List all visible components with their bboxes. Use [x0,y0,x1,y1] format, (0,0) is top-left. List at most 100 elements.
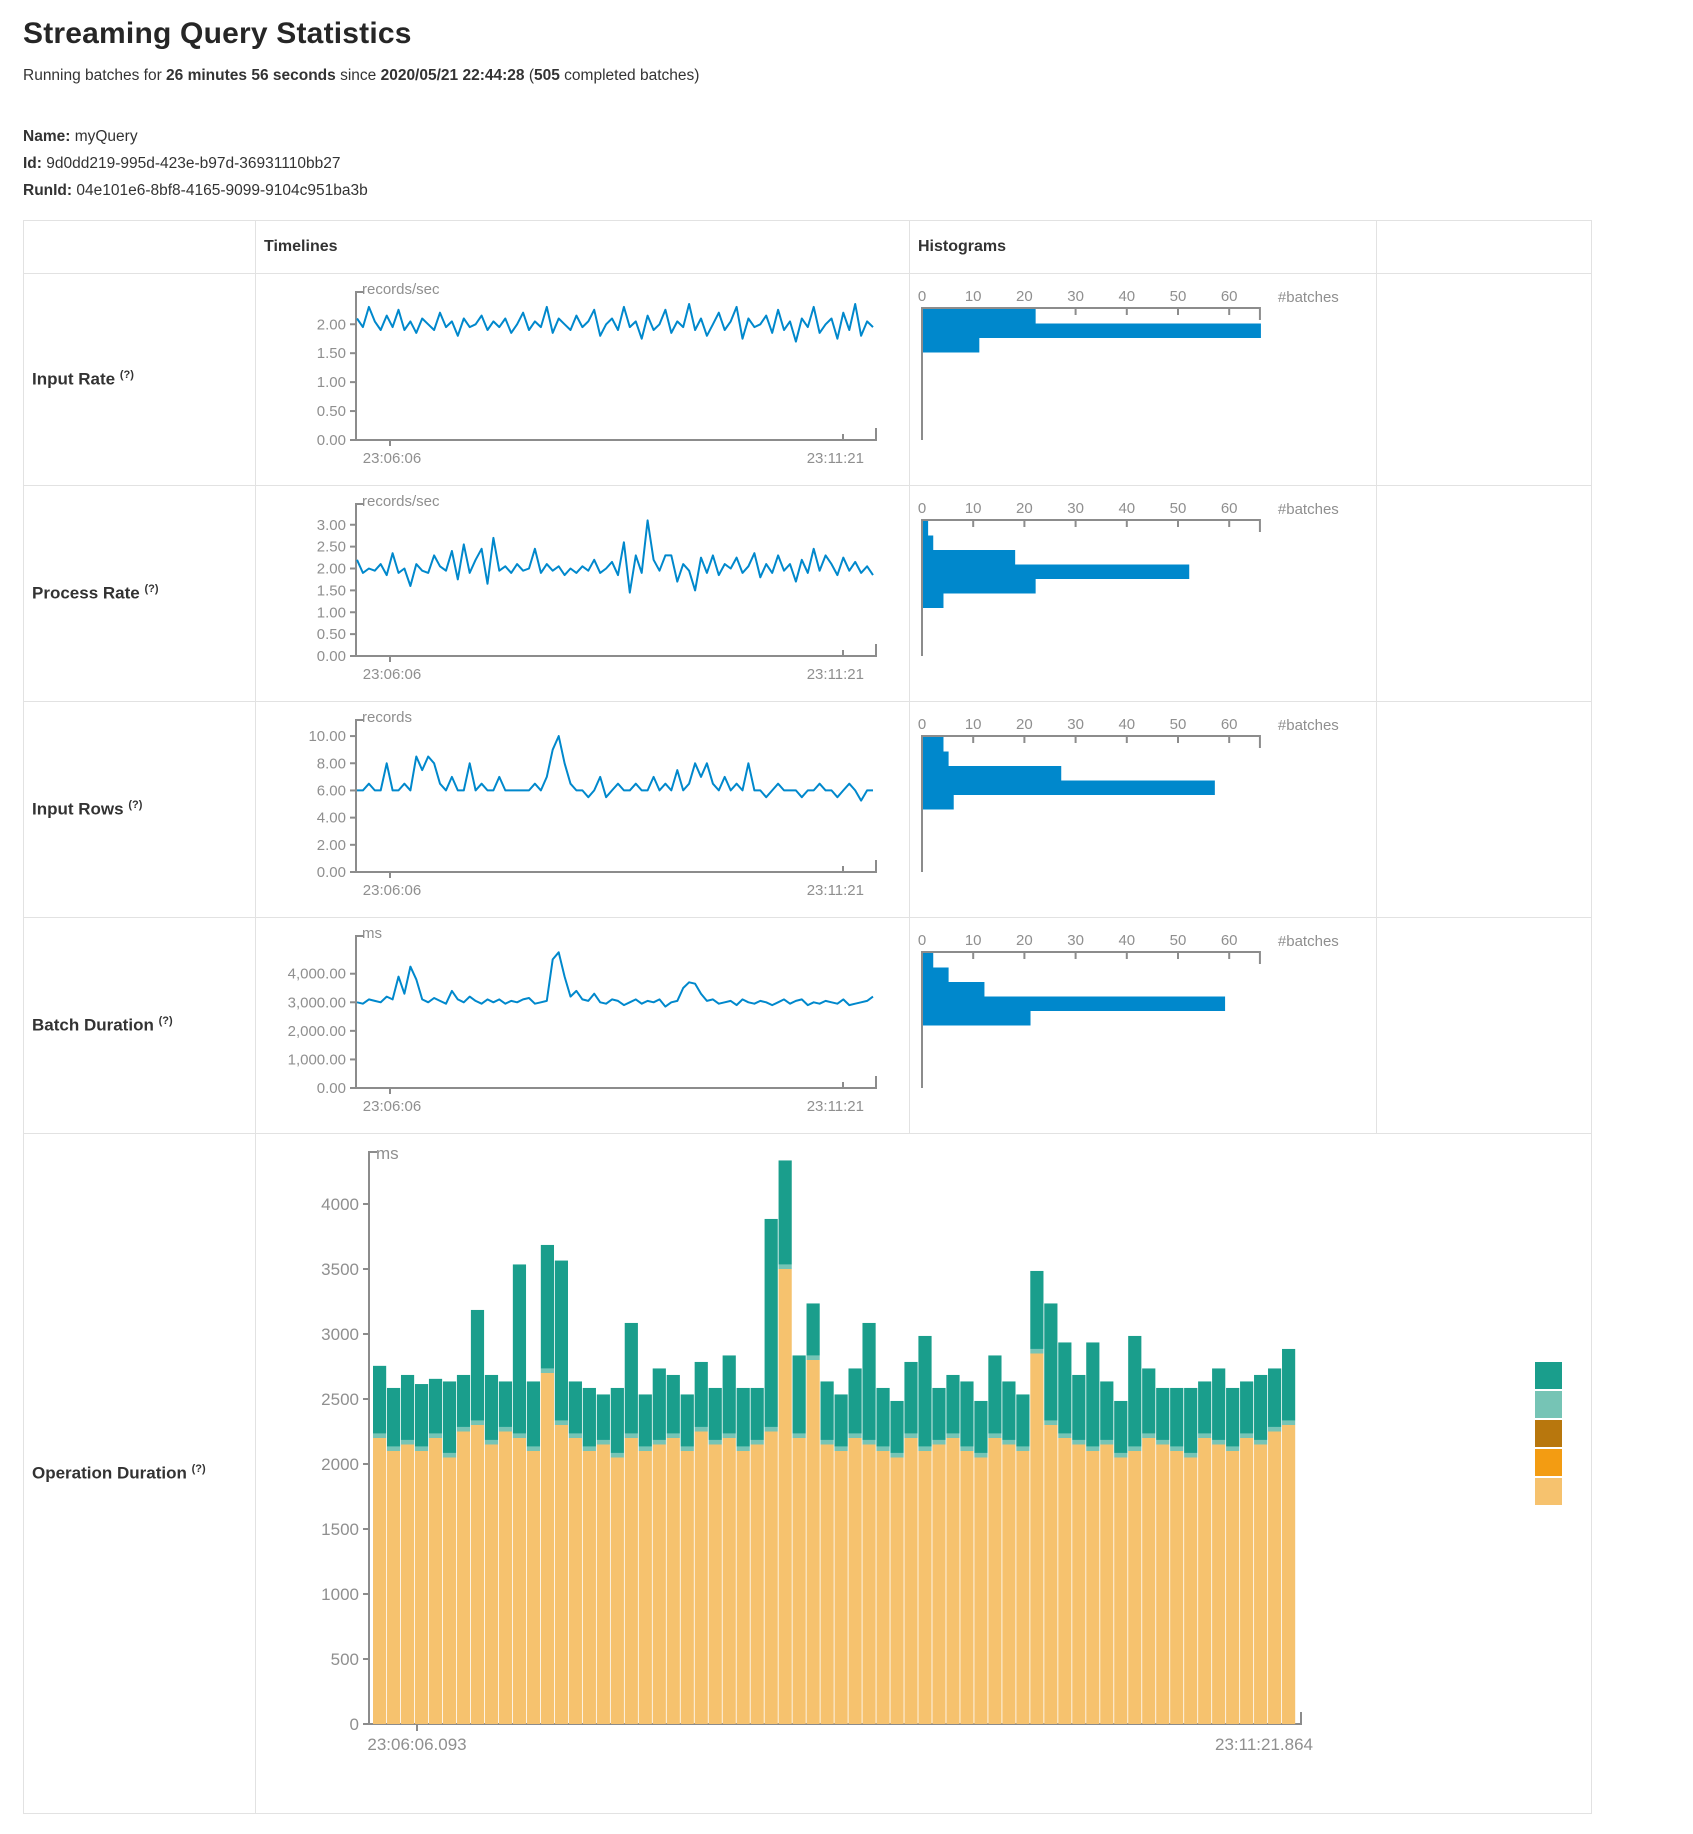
svg-text:2.50: 2.50 [317,539,346,556]
batch-duration-timeline-chart: ms4,000.003,000.002,000.001,000.000.0023… [256,918,909,1133]
svg-text:23:06:06: 23:06:06 [363,1098,421,1115]
svg-text:2.00: 2.00 [317,837,346,854]
operation-duration-stacked-chart: ms4000350030002500200015001000500023:06:… [256,1134,1589,1813]
svg-text:#batches: #batches [1278,501,1339,518]
svg-text:4.00: 4.00 [317,810,346,827]
svg-text:60: 60 [1221,288,1238,305]
svg-text:23:11:21: 23:11:21 [807,882,864,899]
metric-label-input-rate: Input Rate [32,370,115,389]
svg-text:23:11:21: 23:11:21 [807,666,864,683]
batch-duration-histogram-chart: 0 10 20 30 40 50 60 #batches [910,918,1375,1133]
svg-text:4000: 4000 [321,1195,359,1214]
svg-text:60: 60 [1221,500,1238,517]
svg-text:50: 50 [1170,288,1187,305]
query-meta: Name: myQuery Id: 9d0dd219-995d-423e-b97… [23,123,1673,204]
svg-text:6.00: 6.00 [317,782,346,799]
svg-text:23:11:21: 23:11:21 [807,1098,864,1115]
table-row-process-rate: Process Rate (?) records/sec3.002.502.00… [24,486,1592,702]
svg-text:records/sec: records/sec [362,281,440,298]
input-rate-timeline-chart: records/sec2.001.501.000.500.0023:06:062… [256,274,909,485]
svg-text:10: 10 [965,500,982,517]
svg-text:2.00: 2.00 [317,316,346,333]
svg-text:40: 40 [1118,932,1135,949]
metric-label-process-rate: Process Rate [32,584,140,603]
svg-text:40: 40 [1118,500,1135,517]
svg-text:4,000.00: 4,000.00 [288,966,346,983]
svg-text:0.00: 0.00 [317,864,346,881]
svg-text:0: 0 [918,932,926,949]
svg-text:3500: 3500 [321,1260,359,1279]
svg-text:30: 30 [1067,932,1084,949]
page-title: Streaming Query Statistics [23,17,1673,51]
svg-text:0.50: 0.50 [317,626,346,643]
svg-text:1500: 1500 [321,1520,359,1539]
legend-swatch [1535,1362,1562,1389]
legend-swatch [1535,1449,1562,1476]
svg-text:20: 20 [1016,932,1033,949]
svg-text:#batches: #batches [1278,717,1339,734]
svg-text:10: 10 [965,288,982,305]
svg-text:ms: ms [362,925,382,942]
svg-text:1.50: 1.50 [317,345,346,362]
svg-text:1.00: 1.00 [317,604,346,621]
svg-text:0.00: 0.00 [317,648,346,665]
svg-text:0.00: 0.00 [317,1080,346,1097]
header-row: Timelines Histograms [24,221,1592,274]
svg-text:3000: 3000 [321,1325,359,1344]
svg-text:60: 60 [1221,716,1238,733]
svg-text:23:06:06: 23:06:06 [363,450,421,467]
svg-text:0.00: 0.00 [317,432,346,449]
start-timestamp: 2020/05/21 22:44:28 [381,67,525,84]
help-icon[interactable]: (?) [128,799,142,811]
svg-text:3.00: 3.00 [317,517,346,534]
input-rows-histogram-chart: 0102030405060#batches [910,702,1375,917]
query-id: 9d0dd219-995d-423e-b97d-36931110bb27 [42,155,341,172]
metric-label-operation-duration: Operation Duration [32,1464,187,1483]
svg-text:50: 50 [1170,716,1187,733]
svg-text:10: 10 [965,932,982,949]
svg-text:23:06:06: 23:06:06 [363,882,421,899]
svg-text:3,000.00: 3,000.00 [288,994,346,1011]
svg-text:23:06:06: 23:06:06 [363,666,421,683]
query-runid: 04e101e6-8bf8-4165-9099-9104c951ba3b [72,182,368,199]
svg-text:2000: 2000 [321,1455,359,1474]
svg-text:23:11:21.864: 23:11:21.864 [1215,1735,1313,1754]
process-rate-timeline-chart: records/sec3.002.502.001.501.000.500.002… [256,486,909,701]
svg-text:records/sec: records/sec [362,493,440,510]
svg-text:50: 50 [1170,932,1187,949]
legend-swatch [1535,1478,1562,1505]
svg-text:#batches: #batches [1278,289,1339,306]
col-header-timelines: Timelines [256,221,910,274]
col-header-histograms: Histograms [910,221,1377,274]
svg-text:23:11:21: 23:11:21 [807,450,864,467]
input-rows-timeline-chart: records10.008.006.004.002.000.0023:06:06… [256,702,909,917]
table-row-input-rows: Input Rows (?) records10.008.006.004.002… [24,702,1592,918]
svg-text:40: 40 [1118,288,1135,305]
query-id-line: Id: 9d0dd219-995d-423e-b97d-36931110bb27 [23,150,1673,177]
svg-text:50: 50 [1170,500,1187,517]
help-icon[interactable]: (?) [144,583,158,595]
svg-text:2500: 2500 [321,1390,359,1409]
query-runid-line: RunId: 04e101e6-8bf8-4165-9099-9104c951b… [23,177,1673,204]
svg-text:60: 60 [1221,932,1238,949]
stats-table: Timelines Histograms Input Rate (?) reco… [23,220,1592,1814]
help-icon[interactable]: (?) [192,1463,206,1475]
completed-batches-count: 505 [534,67,560,84]
svg-text:20: 20 [1016,288,1033,305]
help-icon[interactable]: (?) [120,369,134,381]
svg-text:2,000.00: 2,000.00 [288,1023,346,1040]
svg-text:40: 40 [1118,716,1135,733]
row-spacer [1377,918,1592,1134]
svg-text:0: 0 [918,500,926,517]
metric-label-batch-duration: Batch Duration [32,1016,154,1035]
svg-text:10: 10 [965,716,982,733]
running-summary: Running batches for 26 minutes 56 second… [23,67,1673,85]
table-row-operation-duration: Operation Duration (?) ms400035003000250… [24,1134,1592,1814]
svg-text:#batches: #batches [1278,933,1339,950]
svg-text:20: 20 [1016,716,1033,733]
svg-text:0.50: 0.50 [317,403,346,420]
input-rate-histogram-chart: 0102030405060#batches [910,274,1375,485]
row-spacer [1377,274,1592,486]
svg-text:500: 500 [331,1650,359,1669]
help-icon[interactable]: (?) [159,1015,173,1027]
